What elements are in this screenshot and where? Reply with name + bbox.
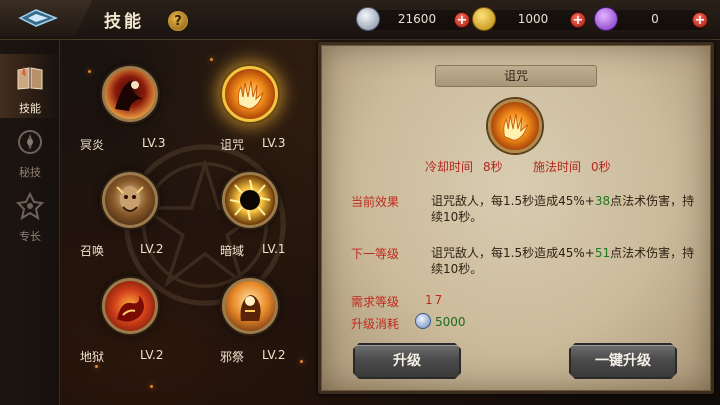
silver-coin-icon [356, 7, 380, 31]
skill-level: LV.3 [142, 136, 166, 150]
next-level-text: 诅咒敌人，每1.5秒造成45%+51点法术伤害，持续10秒。 [431, 246, 695, 276]
gold-currency: 1000 + [472, 7, 586, 31]
skill-name: 地狱 [80, 350, 105, 364]
curse-skill-large-icon [488, 99, 542, 153]
required-level-value: 17 [425, 293, 445, 307]
gold-amount: 1000 [517, 12, 549, 26]
skill-slot-curse[interactable]: 诅咒 LV.3 [200, 66, 310, 156]
skill-name: 邪祭 [220, 350, 245, 364]
gold-coin-icon [472, 7, 496, 31]
add-silver-button[interactable]: + [454, 12, 470, 28]
top-bar: 技能 ? 21600 + 1000 + 0 + [0, 0, 720, 40]
back-arrow-icon [18, 9, 58, 27]
cooldown-label: 冷却时间 [425, 160, 474, 174]
hell-skill-icon [102, 278, 158, 334]
skill-level: LV.1 [262, 242, 286, 256]
upgrade-cost-label: 升级消耗 [351, 317, 400, 331]
sidebar-item-skills[interactable]: 技能 [0, 54, 60, 118]
skill-level: LV.2 [140, 242, 164, 256]
add-gold-button[interactable]: + [570, 12, 586, 28]
skill-name: 诅咒 [220, 138, 245, 152]
skill-slot-netherflame[interactable]: 冥炎 LV.3 [80, 66, 190, 156]
skill-name: 冥炎 [80, 138, 105, 152]
netherflame-skill-icon [102, 66, 158, 122]
skill-slot-hell[interactable]: 地狱 LV.2 [80, 278, 190, 368]
skill-name: 召唤 [80, 244, 105, 258]
skill-slot-dark-domain[interactable]: 暗域 LV.1 [200, 172, 310, 262]
upgrade-all-button[interactable]: 一键升级 [569, 343, 677, 379]
ember-particle [150, 385, 153, 388]
skill-level: LV.3 [262, 136, 286, 150]
silver-amount: 21600 [397, 12, 437, 26]
sidebar-item-label: 技能 [19, 102, 41, 115]
sidebar-item-label: 专长 [19, 230, 41, 243]
cast-time-value: 0秒 [591, 160, 611, 174]
current-effect-text: 诅咒敌人，每1.5秒造成45%+38点法术伤害，持续10秒。 [431, 194, 695, 224]
gem-currency: 0 + [594, 7, 708, 31]
summon-skill-icon [102, 172, 158, 228]
cast-time-label: 施法时间 [533, 160, 582, 174]
sidebar-item-secret-skills[interactable]: 秘技 [0, 118, 60, 182]
book-icon [17, 66, 43, 90]
skill-slot-summon[interactable]: 召唤 LV.2 [80, 172, 190, 262]
sidebar: 技能 秘技 专长 [0, 40, 60, 405]
evil-ritual-skill-icon [222, 278, 278, 334]
upgrade-cost-value: 5000 [435, 315, 466, 329]
purple-gem-icon [594, 7, 618, 31]
skill-detail-panel: 诅咒 冷却时间 8秒 施法时间 0秒 当前效果 诅咒敌人，每1.5秒造成45%+… [318, 42, 714, 394]
silver-currency: 21600 + [356, 7, 470, 31]
dark-domain-skill-icon [222, 172, 278, 228]
next-level-label: 下一等级 [351, 247, 400, 261]
sidebar-item-label: 秘技 [19, 166, 41, 179]
curse-skill-icon [222, 66, 278, 122]
skill-level: LV.2 [262, 348, 286, 362]
secret-skill-icon [18, 130, 42, 154]
required-level-label: 需求等级 [351, 295, 400, 309]
sidebar-item-specialty[interactable]: 专长 [0, 182, 60, 246]
gem-amount: 0 [651, 12, 659, 26]
add-gem-button[interactable]: + [692, 12, 708, 28]
upgrade-button[interactable]: 升级 [353, 343, 461, 379]
specialty-icon [15, 191, 45, 221]
cooldown-value: 8秒 [483, 160, 503, 174]
current-effect-label: 当前效果 [351, 195, 400, 209]
skill-level: LV.2 [140, 348, 164, 362]
skill-slot-evil-ritual[interactable]: 邪祭 LV.2 [200, 278, 310, 368]
back-button[interactable] [0, 0, 92, 36]
page-title: 技能 [104, 12, 144, 32]
skill-name: 暗域 [220, 244, 245, 258]
silver-coin-icon [415, 313, 431, 329]
ember-particle [210, 58, 213, 61]
help-button[interactable]: ? [168, 11, 188, 31]
skill-detail-title: 诅咒 [435, 65, 597, 87]
